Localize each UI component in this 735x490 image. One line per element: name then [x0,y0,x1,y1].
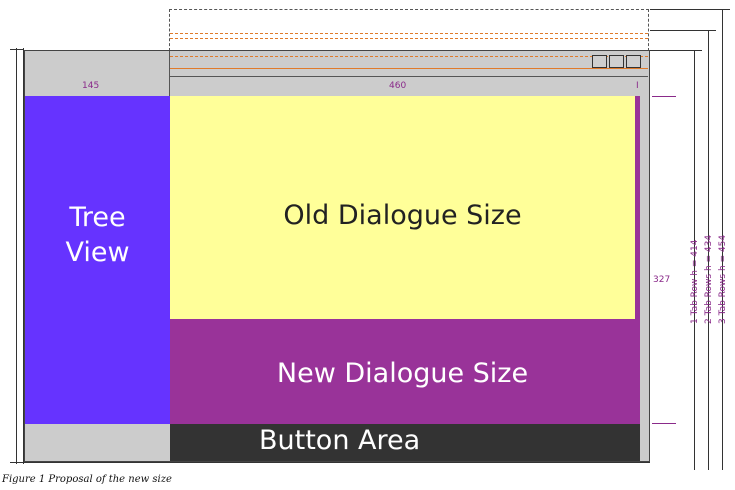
left-border-line [16,48,17,464]
one-tab-row-height-label: 1 Tab Row h = 414 [690,239,700,324]
right-scroll-strip [640,96,649,424]
close-button-icon [626,55,641,68]
maximize-button-icon [609,55,624,68]
height-dim-bottom [652,423,676,424]
tab-rows-outline [169,9,649,51]
tab-row-3-tick [650,9,730,10]
new-dialog-label: New Dialogue Size [276,358,529,389]
tab-area-divider [169,51,170,97]
old-dialog-label: Old Dialogue Size [283,200,522,231]
tab-row-line-1 [170,33,648,34]
bottom-line [10,462,650,463]
top-left-tick [10,49,24,50]
content-width-label: 460 [389,81,407,91]
minimize-button-icon [592,55,607,68]
button-area-label: Button Area [259,425,421,456]
tree-view-label-line1: Tree [69,202,126,233]
frame-tab-line-1 [170,56,648,57]
left-border-line-2 [23,48,24,464]
height-dim-top [652,96,676,97]
two-tab-rows-height-label: 2 Tab Rows h = 434 [704,234,714,324]
scrollbar-width-label: I [636,81,639,91]
tab-row-2-tick [650,30,716,31]
figure-caption: Figure 1 Proposal of the new size [2,474,172,485]
frame-tab-line-3 [170,76,648,77]
tree-width-label: 145 [82,81,100,91]
tree-view-label: Tree View [25,200,170,270]
tab-row-line-2 [170,38,648,39]
tab-row-1-tick [650,50,702,51]
three-tab-rows-height-label: 3 Tab Rows h = 454 [718,234,728,324]
frame-tab-line-2 [170,68,648,69]
content-height-label: 327 [653,275,671,285]
tree-view-label-line2: View [65,237,130,268]
